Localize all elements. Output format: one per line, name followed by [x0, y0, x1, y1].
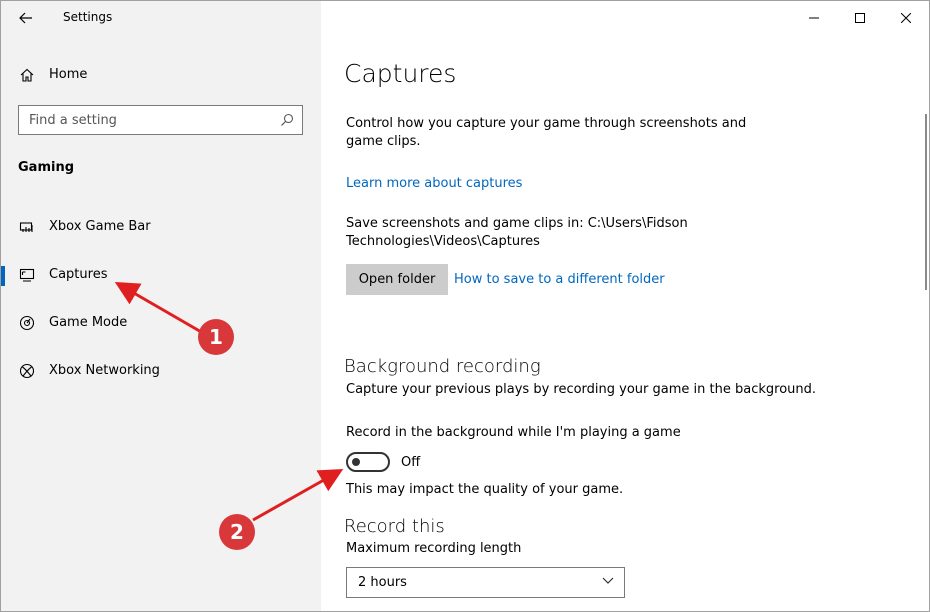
- how-to-save-link[interactable]: How to save to a different folder: [454, 272, 665, 287]
- annotation-badge-2: 2: [219, 514, 255, 550]
- save-path-text: Save screenshots and game clips in: C:\U…: [346, 216, 688, 249]
- maximize-button[interactable]: [837, 1, 883, 35]
- sidebar-item-xbox-game-bar[interactable]: Xbox Game Bar: [1, 211, 321, 243]
- record-this-heading: Record this: [344, 516, 445, 537]
- toggle-knob: [352, 458, 360, 466]
- close-button[interactable]: [883, 1, 929, 35]
- nav-home[interactable]: Home: [1, 63, 321, 89]
- record-background-toggle[interactable]: [346, 452, 390, 472]
- home-label: Home: [49, 67, 88, 82]
- home-icon: [20, 68, 34, 82]
- background-recording-description: Capture your previous plays by recording…: [346, 382, 817, 397]
- sidebar-item-label: Game Mode: [49, 315, 128, 330]
- back-arrow-icon: [19, 12, 32, 24]
- xbox-game-bar-icon: [19, 222, 33, 232]
- search-icon[interactable]: [280, 113, 294, 127]
- titlebar: Settings: [1, 1, 321, 35]
- scrollbar[interactable]: [925, 114, 927, 290]
- minimize-icon: [809, 17, 819, 19]
- app-title: Settings: [63, 10, 113, 24]
- section-title: Gaming: [18, 160, 75, 175]
- search-input[interactable]: [19, 106, 279, 134]
- settings-window: Settings Home Gaming Xbox Game Bar Captu…: [0, 0, 930, 612]
- chevron-down-icon: [602, 577, 614, 584]
- window-controls: [791, 1, 929, 35]
- annotation-badge-1: 1: [198, 319, 234, 355]
- open-folder-button[interactable]: Open folder: [346, 264, 448, 295]
- sidebar-item-xbox-networking[interactable]: Xbox Networking: [1, 355, 321, 387]
- maximize-icon: [855, 13, 865, 23]
- record-background-label: Record in the background while I'm playi…: [346, 425, 681, 440]
- learn-more-link[interactable]: Learn more about captures: [346, 176, 522, 191]
- close-icon: [901, 13, 911, 23]
- minimize-button[interactable]: [791, 1, 837, 35]
- search-box[interactable]: [18, 105, 303, 135]
- game-mode-icon: [19, 315, 35, 331]
- dropdown-value: 2 hours: [358, 575, 407, 590]
- sidebar-item-captures[interactable]: Captures: [1, 259, 321, 291]
- max-length-label: Maximum recording length: [346, 541, 522, 556]
- sidebar-item-label: Xbox Game Bar: [49, 219, 151, 234]
- sidebar-item-game-mode[interactable]: Game Mode: [1, 307, 321, 339]
- xbox-icon: [19, 363, 35, 379]
- back-button[interactable]: [17, 9, 35, 27]
- sidebar-item-label: Xbox Networking: [49, 363, 160, 378]
- sidebar: Settings Home Gaming Xbox Game Bar Captu…: [1, 1, 321, 611]
- page-description: Control how you capture your game throug…: [346, 116, 747, 149]
- main-content: Captures Control how you capture your ga…: [321, 1, 929, 611]
- page-title: Captures: [344, 59, 457, 88]
- toggle-state-label: Off: [401, 455, 421, 470]
- background-recording-heading: Background recording: [344, 356, 541, 377]
- impact-note: This may impact the quality of your game…: [346, 482, 624, 497]
- sidebar-item-label: Captures: [49, 267, 108, 282]
- captures-icon: [19, 268, 35, 282]
- max-length-dropdown[interactable]: 2 hours: [346, 567, 625, 598]
